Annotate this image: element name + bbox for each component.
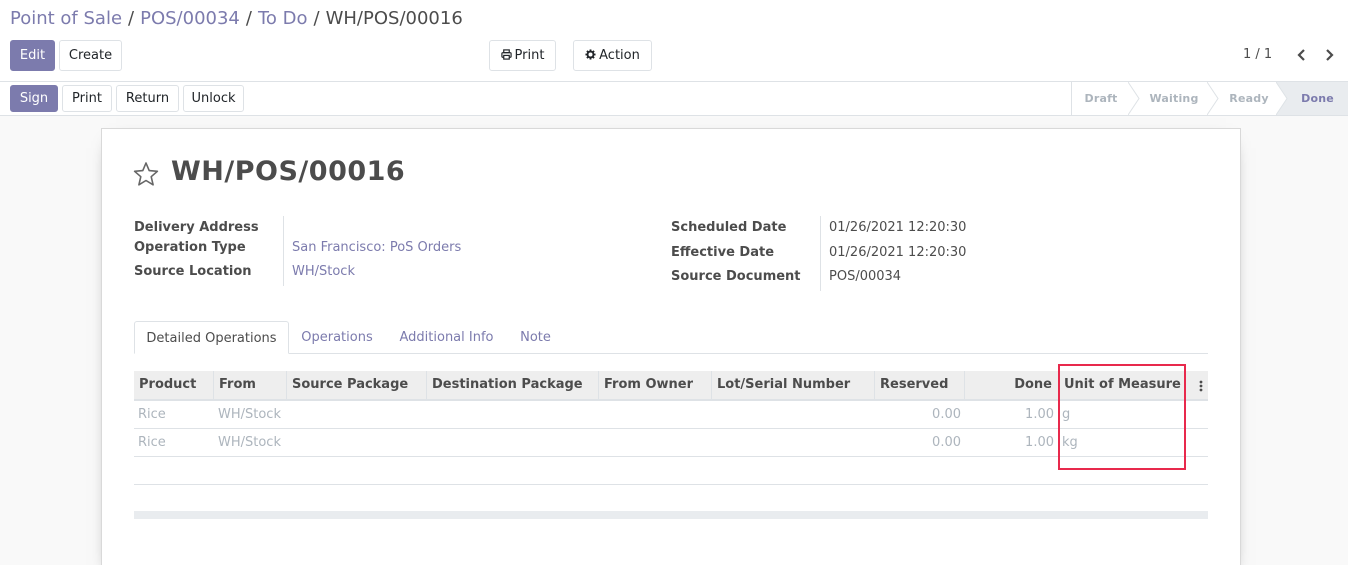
action-dropdown-button[interactable]: Action [573, 40, 652, 71]
delivery-address-label: Delivery Address [134, 220, 259, 235]
print-button[interactable]: Print [62, 85, 112, 112]
cell-done: 1.00 [1025, 407, 1054, 422]
column-header-done[interactable]: Done [965, 371, 1059, 399]
column-header-unit-of-measure[interactable]: Unit of Measure [1059, 371, 1187, 399]
cell-unit-of-measure: g [1062, 407, 1071, 422]
operation-type-link[interactable]: San Francisco: PoS Orders [292, 240, 461, 255]
statusbar: Sign Print Return Unlock Draft Waiting R… [0, 82, 1348, 116]
stage-arrow-separator [1276, 82, 1288, 115]
breadcrumb-separator: / [245, 8, 252, 29]
cell-product: Rice [138, 407, 166, 422]
tab-note[interactable]: Note [512, 321, 559, 354]
cell-unit-of-measure: kg [1062, 435, 1078, 450]
sign-button[interactable]: Sign [10, 85, 58, 112]
effective-date-value: 01/26/2021 12:20:30 [829, 245, 967, 260]
column-header-lot-serial-number[interactable]: Lot/Serial Number [712, 371, 875, 399]
optional-columns-toggle[interactable] [1196, 378, 1206, 394]
source-document-value: POS/00034 [829, 269, 902, 284]
source-document-label: Source Document [671, 269, 801, 284]
column-header-product[interactable]: Product [134, 371, 214, 399]
tab-operations[interactable]: Operations [293, 321, 381, 354]
gear-icon [585, 49, 596, 60]
breadcrumb-pos-order[interactable]: POS/00034 [140, 8, 240, 29]
record-title: WH/POS/00016 [171, 156, 406, 187]
effective-date-label: Effective Date [671, 245, 775, 260]
pager-value[interactable]: 1 / 1 [1243, 47, 1272, 62]
tab-additional-info[interactable]: Additional Info [390, 321, 503, 354]
stage-waiting[interactable]: Waiting [1138, 82, 1210, 115]
pager-next-button[interactable] [1321, 45, 1337, 65]
field-divider [283, 216, 284, 286]
table-footer [134, 511, 1208, 519]
cell-done: 1.00 [1025, 435, 1054, 450]
table-row[interactable]: Rice WH/Stock 0.00 1.00 kg [134, 429, 1208, 457]
printer-icon [500, 49, 512, 60]
unlock-button[interactable]: Unlock [183, 85, 244, 112]
breadcrumb: Point of Sale / POS/00034/To Do / WH/POS/000… [10, 8, 463, 29]
tab-detailed-operations[interactable]: Detailed Operations [134, 321, 289, 354]
table-row[interactable]: Rice WH/Stock 0.00 1.00 g [134, 401, 1208, 429]
vertical-ellipsis-icon [1199, 380, 1203, 392]
cell-reserved: 0.00 [932, 435, 961, 450]
pager-previous-button[interactable] [1294, 45, 1310, 65]
print-button-label: Print [514, 48, 545, 63]
cell-product: Rice [138, 435, 166, 450]
operation-type-label: Operation Type [134, 240, 246, 255]
scheduled-date-value: 01/26/2021 12:20:30 [829, 220, 967, 235]
column-header-from[interactable]: From [214, 371, 287, 399]
star-icon[interactable] [133, 161, 159, 187]
breadcrumb-point-of-sale[interactable]: Point of Sale [10, 8, 122, 29]
stage-ready[interactable]: Ready [1218, 82, 1280, 115]
edit-button[interactable]: Edit [10, 40, 55, 71]
source-location-link[interactable]: WH/Stock [292, 264, 355, 279]
action-button-label: Action [599, 48, 640, 63]
chevron-left-icon [1297, 49, 1305, 61]
scheduled-date-label: Scheduled Date [671, 220, 787, 235]
cell-reserved: 0.00 [932, 407, 961, 422]
table-row-empty [134, 457, 1208, 485]
return-button[interactable]: Return [116, 85, 179, 112]
column-header-source-package[interactable]: Source Package [287, 371, 427, 399]
control-panel: Point of Sale / POS/00034/To Do / WH/POS/000… [0, 0, 1348, 82]
table-header: Product From Source Package Destination … [134, 371, 1208, 401]
breadcrumb-separator: / [128, 8, 135, 29]
source-location-label: Source Location [134, 264, 252, 279]
column-header-from-owner[interactable]: From Owner [599, 371, 712, 399]
breadcrumb-current: WH/POS/00016 [325, 8, 463, 29]
field-divider [820, 216, 821, 291]
stage-draft[interactable]: Draft [1072, 82, 1130, 115]
cell-from: WH/Stock [218, 407, 281, 422]
create-button[interactable]: Create [59, 40, 122, 71]
column-header-destination-package[interactable]: Destination Package [427, 371, 599, 399]
stage-done[interactable]: Done [1287, 82, 1348, 115]
cell-from: WH/Stock [218, 435, 281, 450]
column-header-reserved[interactable]: Reserved [875, 371, 965, 399]
breadcrumb-separator: / [313, 8, 320, 29]
print-dropdown-button[interactable]: Print [489, 40, 556, 71]
breadcrumb-to-do[interactable]: To Do [258, 8, 308, 29]
chevron-right-icon [1326, 49, 1334, 61]
